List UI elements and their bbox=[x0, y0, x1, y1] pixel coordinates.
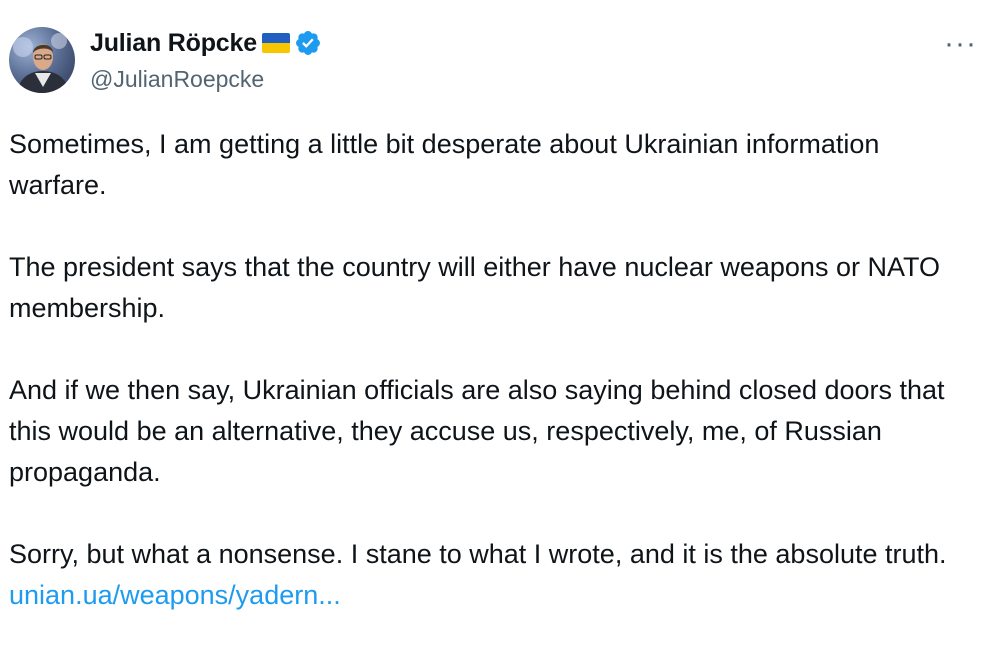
author-avatar[interactable] bbox=[9, 27, 75, 93]
tweet-paragraph: And if we then say, Ukrainian officials … bbox=[9, 375, 945, 487]
tweet-paragraph: The president says that the country will… bbox=[9, 252, 940, 323]
tweet-paragraph: Sometimes, I am getting a little bit des… bbox=[9, 129, 880, 200]
avatar-portrait-icon bbox=[13, 33, 69, 93]
author-display-name[interactable]: Julian Röpcke bbox=[90, 29, 257, 58]
more-options-button[interactable]: ··· bbox=[944, 29, 977, 59]
verified-badge-icon[interactable] bbox=[294, 29, 322, 57]
flag-bottom-stripe bbox=[261, 43, 290, 53]
flag-top-stripe bbox=[261, 33, 290, 43]
tweet-link[interactable]: unian.ua/weapons/yadern... bbox=[9, 575, 984, 616]
tweet-text: Sometimes, I am getting a little bit des… bbox=[9, 124, 984, 616]
author-name-row: Julian Röpcke bbox=[90, 28, 322, 58]
tweet-card: Julian Röpcke @JulianRoepcke ··· Sometim… bbox=[0, 0, 991, 655]
ukraine-flag-icon bbox=[261, 33, 290, 53]
author-handle[interactable]: @JulianRoepcke bbox=[90, 66, 264, 93]
tweet-paragraph: Sorry, but what a nonsense. I stane to w… bbox=[9, 539, 947, 569]
